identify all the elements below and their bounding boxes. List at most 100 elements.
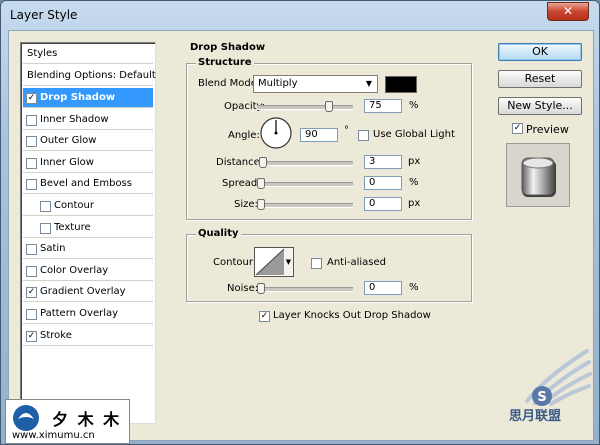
style-item-checkbox[interactable] <box>26 265 37 277</box>
size-slider-track[interactable] <box>257 203 353 208</box>
title-bar[interactable]: Layer Style ✕ <box>1 1 599 31</box>
layer-knocks-out-label: Layer Knocks Out Drop Shadow <box>273 310 431 321</box>
angle-unit: ° <box>344 125 349 136</box>
window-title: Layer Style <box>10 8 78 22</box>
distance-slider-track[interactable] <box>257 161 353 166</box>
style-item-label: Inner Shadow <box>40 113 109 125</box>
contour-label: Contour: <box>213 257 257 268</box>
logo-watermark: 夕 木 木 www.ximumu.cn <box>5 399 130 444</box>
dropdown-arrow-icon: ▼ <box>365 79 372 88</box>
use-global-light-label: Use Global Light <box>373 129 455 140</box>
blending-options-item[interactable]: Blending Options: Default <box>23 66 156 86</box>
blend-mode-select[interactable]: Multiply ▼ <box>253 75 378 93</box>
anti-aliased-label: Anti-aliased <box>327 257 387 268</box>
style-item-label: Drop Shadow <box>40 92 116 103</box>
style-item-label: Pattern Overlay <box>40 308 119 319</box>
noise-label: Noise: <box>227 283 259 294</box>
preview-label: Preview <box>526 123 569 136</box>
style-item-label: Color Overlay <box>40 264 109 276</box>
opacity-slider-track[interactable] <box>257 105 353 110</box>
style-item-label: Bevel and Emboss <box>40 178 132 190</box>
wings-watermark-icon: S <box>525 349 592 406</box>
style-item-contour[interactable]: Contour <box>23 196 153 216</box>
preview-checkbox[interactable] <box>512 123 523 134</box>
style-item-gradient-overlay[interactable]: Gradient Overlay <box>23 282 153 303</box>
style-item-color-overlay[interactable]: Color Overlay <box>23 261 153 281</box>
spread-slider-track[interactable] <box>257 182 353 187</box>
shadow-color-swatch[interactable] <box>385 76 417 93</box>
contour-picker[interactable] <box>254 247 286 277</box>
style-item-inner-shadow[interactable]: Inner Shadow <box>23 110 153 130</box>
styles-list-header: Styles <box>23 44 153 64</box>
style-item-stroke[interactable]: Stroke <box>23 326 153 346</box>
noise-unit: % <box>409 282 419 293</box>
reset-button[interactable]: Reset <box>498 70 582 88</box>
size-unit: px <box>408 198 421 209</box>
preview-cylinder-icon <box>521 157 556 197</box>
drop-shadow-title: Drop Shadow <box>188 42 268 53</box>
new-style-button[interactable]: New Style... <box>498 97 582 115</box>
distance-unit: px <box>408 156 421 167</box>
size-input[interactable]: 0 <box>364 197 402 211</box>
size-slider-thumb[interactable] <box>257 199 265 210</box>
style-item-satin[interactable]: Satin <box>23 239 153 260</box>
style-item-checkbox[interactable] <box>40 222 51 234</box>
opacity-input[interactable]: 75 <box>364 99 402 113</box>
style-item-drop-shadow[interactable]: Drop Shadow <box>23 88 153 108</box>
distance-slider-thumb[interactable] <box>259 157 267 168</box>
style-item-checkbox[interactable] <box>26 136 37 148</box>
angle-label: Angle: <box>228 130 260 141</box>
style-item-checkbox[interactable] <box>26 93 37 104</box>
opacity-slider-thumb[interactable] <box>324 101 333 112</box>
layer-style-window: Layer Style ✕ Styles Blending Options: D… <box>0 0 600 445</box>
noise-slider-thumb[interactable] <box>257 283 265 294</box>
blend-mode-label: Blend Mode: <box>198 78 261 89</box>
styles-list: Styles Blending Options: Default Drop Sh… <box>20 42 156 424</box>
logo-brand-chars: 夕 木 木 <box>52 410 122 429</box>
shadow-color-fill <box>386 77 416 92</box>
ok-button[interactable]: OK <box>498 43 582 61</box>
style-item-label: Outer Glow <box>40 135 97 147</box>
style-item-label: Texture <box>54 221 91 233</box>
style-item-checkbox[interactable] <box>26 244 37 256</box>
style-item-pattern-overlay[interactable]: Pattern Overlay <box>23 304 153 324</box>
angle-dial[interactable] <box>259 116 293 150</box>
blending-options-label: Blending Options: Default <box>27 70 156 81</box>
use-global-light-checkbox[interactable] <box>358 130 369 141</box>
style-item-checkbox[interactable] <box>26 157 37 169</box>
distance-input[interactable]: 3 <box>364 155 402 169</box>
close-button[interactable]: ✕ <box>547 2 589 21</box>
spread-input[interactable]: 0 <box>364 176 402 190</box>
style-item-inner-glow[interactable]: Inner Glow <box>23 153 153 173</box>
quality-title: Quality <box>196 228 241 239</box>
layer-knocks-out-checkbox[interactable] <box>259 311 270 322</box>
quality-group: Quality Contour: ▼ Anti-aliased Noise: 0… <box>186 228 472 302</box>
style-item-label: Gradient Overlay <box>40 286 126 298</box>
blend-mode-value: Multiply <box>258 78 298 89</box>
style-item-label: Stroke <box>40 329 72 341</box>
angle-input[interactable]: 90 <box>300 128 338 142</box>
style-item-outer-glow[interactable]: Outer Glow <box>23 131 153 152</box>
spread-slider-thumb[interactable] <box>257 178 265 189</box>
spread-label: Spread: <box>222 178 261 189</box>
noise-input[interactable]: 0 <box>364 281 402 295</box>
contour-linear-icon <box>255 248 285 276</box>
style-item-checkbox[interactable] <box>26 330 37 342</box>
opacity-unit: % <box>409 100 419 111</box>
style-item-label: Inner Glow <box>40 156 94 168</box>
style-item-checkbox[interactable] <box>40 201 51 212</box>
style-item-checkbox[interactable] <box>26 287 37 299</box>
style-item-checkbox[interactable] <box>26 114 37 126</box>
styles-header-label: Styles <box>27 48 58 59</box>
contour-dropdown-arrow-icon[interactable]: ▼ <box>284 247 294 277</box>
anti-aliased-checkbox[interactable] <box>311 258 322 269</box>
size-label: Size: <box>234 199 258 210</box>
noise-slider-track[interactable] <box>257 287 353 292</box>
style-item-texture[interactable]: Texture <box>23 218 153 238</box>
style-item-checkbox[interactable] <box>26 179 37 191</box>
style-item-checkbox[interactable] <box>26 309 37 320</box>
cn-brand-watermark: 思月联盟 <box>509 409 562 424</box>
style-item-bevel-and-emboss[interactable]: Bevel and Emboss <box>23 174 153 195</box>
style-item-label: Satin <box>40 243 66 255</box>
style-preview-swatch <box>506 143 570 207</box>
